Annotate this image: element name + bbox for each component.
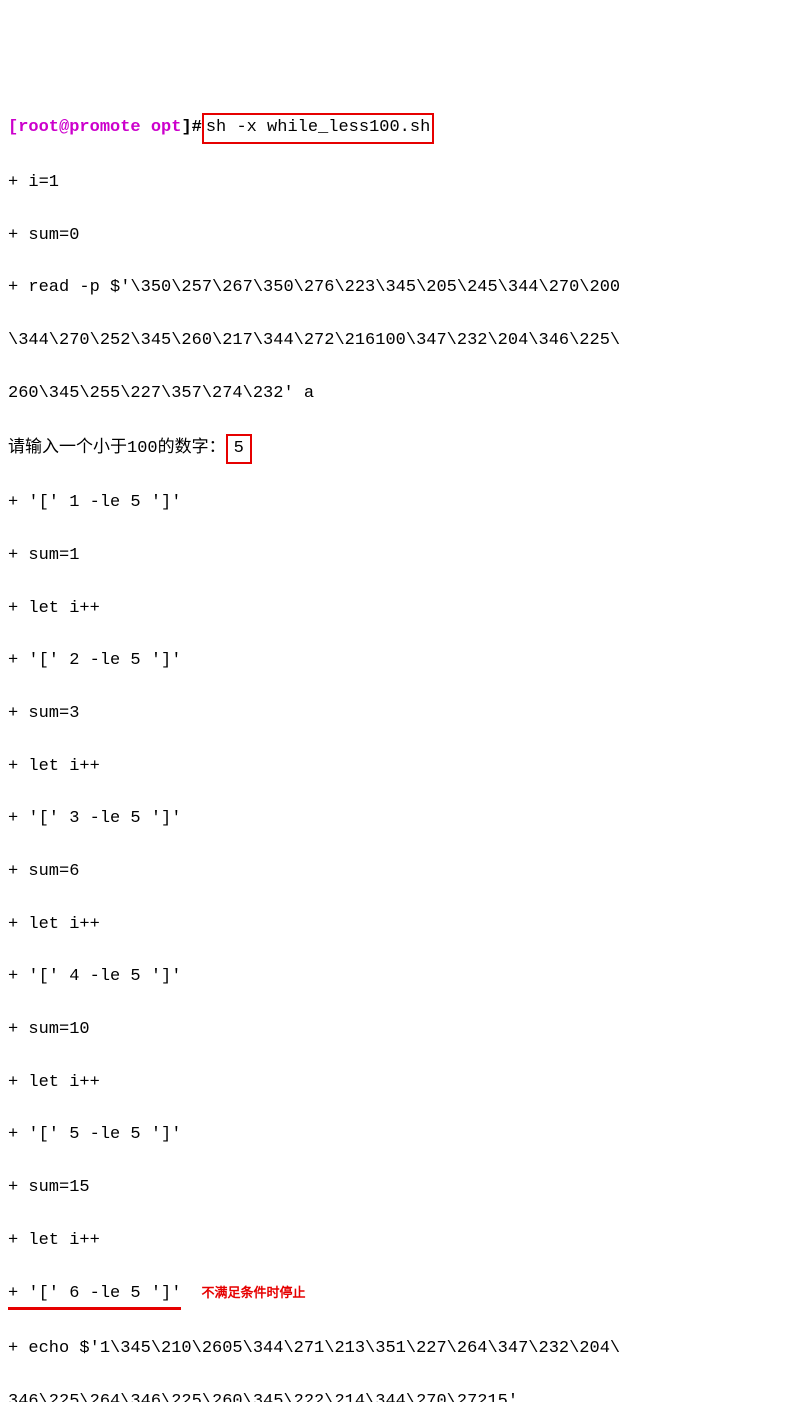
terminal-output-line: + '[' 3 -le 5 ']' (8, 806, 799, 832)
terminal-output-line: 260\345\255\227\357\274\232' a (8, 381, 799, 407)
prompt-user-host: [root@promote (8, 118, 151, 137)
terminal-output-line: \344\270\252\345\260\217\344\272\216100\… (8, 328, 799, 354)
prompt-end: ]# (181, 118, 201, 137)
terminal-line-prompt: [root@promote opt]#sh -x while_less100.s… (8, 113, 799, 143)
terminal-output-line: + '[' 6 -le 5 ']' 不满足条件时停止 (8, 1281, 799, 1310)
terminal-output-line: 346\225\264\346\225\260\345\222\214\344\… (8, 1389, 799, 1402)
prompt-path: opt (151, 118, 182, 137)
terminal-output-line: + sum=1 (8, 543, 799, 569)
terminal-output-line: + let i++ (8, 596, 799, 622)
terminal-output-line: + sum=6 (8, 859, 799, 885)
terminal-output-line: + '[' 2 -le 5 ']' (8, 648, 799, 674)
terminal-output-line: + '[' 4 -le 5 ']' (8, 964, 799, 990)
terminal-output-line: + let i++ (8, 754, 799, 780)
terminal-input-line: 请输入一个小于100的数字：5 (8, 434, 799, 464)
terminal-output-line: + '[' 1 -le 5 ']' (8, 490, 799, 516)
annotation-text: 不满足条件时停止 (201, 1286, 305, 1301)
terminal-output-line: + sum=15 (8, 1175, 799, 1201)
terminal-output-line: + '[' 5 -le 5 ']' (8, 1122, 799, 1148)
terminal-output-line: + sum=3 (8, 701, 799, 727)
terminal-output-line: + sum=0 (8, 223, 799, 249)
terminal-output-line: + i=1 (8, 170, 799, 196)
terminal-output-line: + let i++ (8, 912, 799, 938)
terminal-output-line: + let i++ (8, 1228, 799, 1254)
terminal-output-line: + read -p $'\350\257\267\350\276\223\345… (8, 275, 799, 301)
terminal-output-line: + echo $'1\345\210\2605\344\271\213\351\… (8, 1336, 799, 1362)
command-highlight-box: sh -x while_less100.sh (202, 113, 434, 143)
terminal-output-line: + sum=10 (8, 1017, 799, 1043)
stop-condition-underline: + '[' 6 -le 5 ']' (8, 1281, 181, 1310)
terminal-output-line: + let i++ (8, 1070, 799, 1096)
user-input-highlight-box: 5 (226, 434, 252, 464)
input-prompt-cn: 请输入一个小于100的数字： (8, 439, 226, 458)
